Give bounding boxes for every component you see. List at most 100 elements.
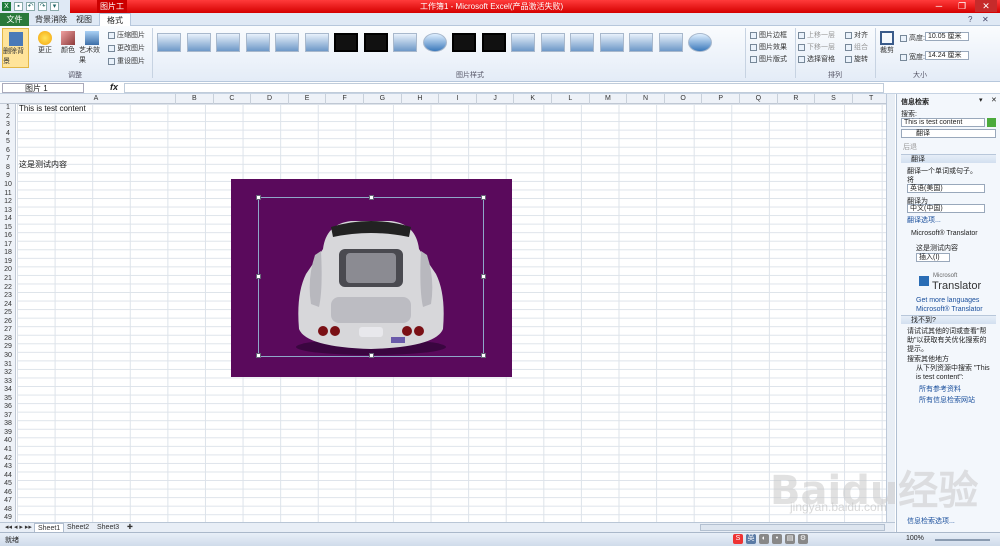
column-header[interactable]: I xyxy=(439,94,477,104)
tab-format[interactable]: 格式 xyxy=(99,13,131,26)
column-header[interactable]: B xyxy=(176,94,214,104)
picture-effects-button[interactable]: 图片效果 xyxy=(750,42,787,52)
insert-function-icon[interactable]: fx xyxy=(110,82,118,92)
punct-icon[interactable]: • xyxy=(772,533,782,544)
resize-handle-se[interactable] xyxy=(481,353,486,358)
resize-handle-ne[interactable] xyxy=(481,195,486,200)
reset-picture-button[interactable]: 重设图片 xyxy=(108,56,145,66)
column-header[interactable]: R xyxy=(778,94,816,104)
row-header[interactable]: 7 xyxy=(0,155,16,164)
undo-icon[interactable]: ↶ xyxy=(26,2,35,11)
rotate-button[interactable]: 旋转 xyxy=(845,54,868,64)
color-button[interactable]: 颜色 xyxy=(57,28,79,55)
minimize-icon[interactable]: ─ xyxy=(928,0,950,12)
tab-file[interactable]: 文件 xyxy=(0,13,29,26)
picture-style-thumbnail[interactable] xyxy=(216,33,240,52)
send-backward-button[interactable]: 下移一层 xyxy=(798,42,835,52)
picture-style-thumbnail[interactable] xyxy=(363,33,388,52)
row-header[interactable]: 37 xyxy=(0,412,16,421)
tab-view[interactable]: 视图 xyxy=(72,13,96,26)
row-header[interactable]: 16 xyxy=(0,232,16,241)
row-header[interactable]: 32 xyxy=(0,369,16,378)
picture-border-button[interactable]: 图片边框 xyxy=(750,30,787,40)
row-header[interactable]: 36 xyxy=(0,403,16,412)
sogou-icon[interactable]: S xyxy=(733,533,743,544)
width-input[interactable]: 14.24 厘米 xyxy=(925,51,969,60)
zoom-level[interactable]: 100% xyxy=(906,535,924,542)
row-header[interactable]: 45 xyxy=(0,480,16,489)
column-header[interactable]: H xyxy=(402,94,440,104)
row-header[interactable]: 17 xyxy=(0,241,16,250)
align-button[interactable]: 对齐 xyxy=(845,30,868,40)
resize-handle-e[interactable] xyxy=(481,274,486,279)
column-header[interactable]: T xyxy=(853,94,891,104)
research-options-link[interactable]: 信息检索选项... xyxy=(907,516,955,526)
cell-a1[interactable]: This is test content xyxy=(19,104,86,113)
column-header[interactable]: F xyxy=(326,94,364,104)
zoom-slider[interactable] xyxy=(935,539,990,541)
pane-menu-icon[interactable]: ▾ xyxy=(979,96,983,104)
row-header[interactable]: 22 xyxy=(0,284,16,293)
row-header[interactable]: 40 xyxy=(0,437,16,446)
row-header[interactable]: 12 xyxy=(0,198,16,207)
all-reference-link[interactable]: 所有参考资料 xyxy=(919,384,961,394)
row-header[interactable]: 39 xyxy=(0,429,16,438)
row-header[interactable]: 8 xyxy=(0,164,16,173)
row-header[interactable]: 25 xyxy=(0,309,16,318)
resize-handle-w[interactable] xyxy=(256,274,261,279)
search-input[interactable]: This is test content xyxy=(901,118,985,127)
row-header[interactable]: 18 xyxy=(0,249,16,258)
column-header[interactable]: S xyxy=(815,94,853,104)
column-header[interactable]: N xyxy=(627,94,665,104)
picture-style-thumbnail[interactable] xyxy=(275,33,299,52)
pane-close-icon[interactable]: ✕ xyxy=(991,96,997,104)
column-header[interactable]: Q xyxy=(740,94,778,104)
row-header[interactable]: 6 xyxy=(0,147,16,156)
column-header[interactable]: A xyxy=(17,94,176,104)
row-header[interactable]: 24 xyxy=(0,301,16,310)
column-header[interactable]: O xyxy=(665,94,703,104)
row-header[interactable]: 19 xyxy=(0,258,16,267)
row-header[interactable]: 35 xyxy=(0,395,16,404)
all-research-sites-link[interactable]: 所有信息检索网站 xyxy=(919,395,975,405)
back-button[interactable]: 后退 xyxy=(903,142,917,152)
picture-style-thumbnail[interactable] xyxy=(658,33,683,52)
picture-style-thumbnail[interactable] xyxy=(304,33,329,52)
formula-input[interactable] xyxy=(124,83,884,93)
translate-section-header[interactable]: 翻译 xyxy=(901,154,996,163)
resize-handle-s[interactable] xyxy=(369,353,374,358)
row-header[interactable]: 48 xyxy=(0,506,16,515)
picture-style-thumbnail[interactable] xyxy=(511,33,535,52)
picture-style-thumbnail[interactable] xyxy=(481,33,506,52)
ime-english-icon[interactable]: 英 xyxy=(746,533,756,544)
row-header[interactable]: 15 xyxy=(0,224,16,233)
artistic-effects-button[interactable]: 艺术效果 xyxy=(79,28,105,65)
gear-icon[interactable]: ⚙ xyxy=(798,533,808,544)
name-box[interactable]: 图片 1 xyxy=(2,83,84,93)
height-input[interactable]: 10.05 厘米 xyxy=(925,32,969,41)
resize-handle-sw[interactable] xyxy=(256,353,261,358)
get-more-languages-link[interactable]: Get more languages xyxy=(916,297,979,304)
change-picture-button[interactable]: 更改图片 xyxy=(108,43,145,53)
row-header[interactable]: 34 xyxy=(0,386,16,395)
from-language-select[interactable]: 英语(美国) xyxy=(907,184,985,193)
keyboard-icon[interactable]: ▤ xyxy=(785,533,795,544)
group-button[interactable]: 组合 xyxy=(845,42,868,52)
picture-style-thumbnail[interactable] xyxy=(688,33,712,52)
picture-style-thumbnail[interactable] xyxy=(334,33,358,52)
picture-style-thumbnail[interactable] xyxy=(540,33,565,52)
search-go-icon[interactable] xyxy=(987,118,996,127)
row-header[interactable]: 10 xyxy=(0,181,16,190)
picture-style-thumbnail[interactable] xyxy=(393,33,417,52)
help-icon[interactable]: ? xyxy=(968,15,972,24)
row-header[interactable]: 21 xyxy=(0,275,16,284)
picture-style-thumbnail[interactable] xyxy=(245,33,270,52)
row-header[interactable]: 31 xyxy=(0,361,16,370)
close-icon[interactable]: ✕ xyxy=(975,0,997,12)
row-header[interactable]: 14 xyxy=(0,215,16,224)
row-header[interactable]: 9 xyxy=(0,172,16,181)
selection-pane-button[interactable]: 选择窗格 xyxy=(798,54,835,64)
row-header[interactable]: 4 xyxy=(0,130,16,139)
picture-style-thumbnail[interactable] xyxy=(599,33,624,52)
row-header[interactable]: 44 xyxy=(0,472,16,481)
